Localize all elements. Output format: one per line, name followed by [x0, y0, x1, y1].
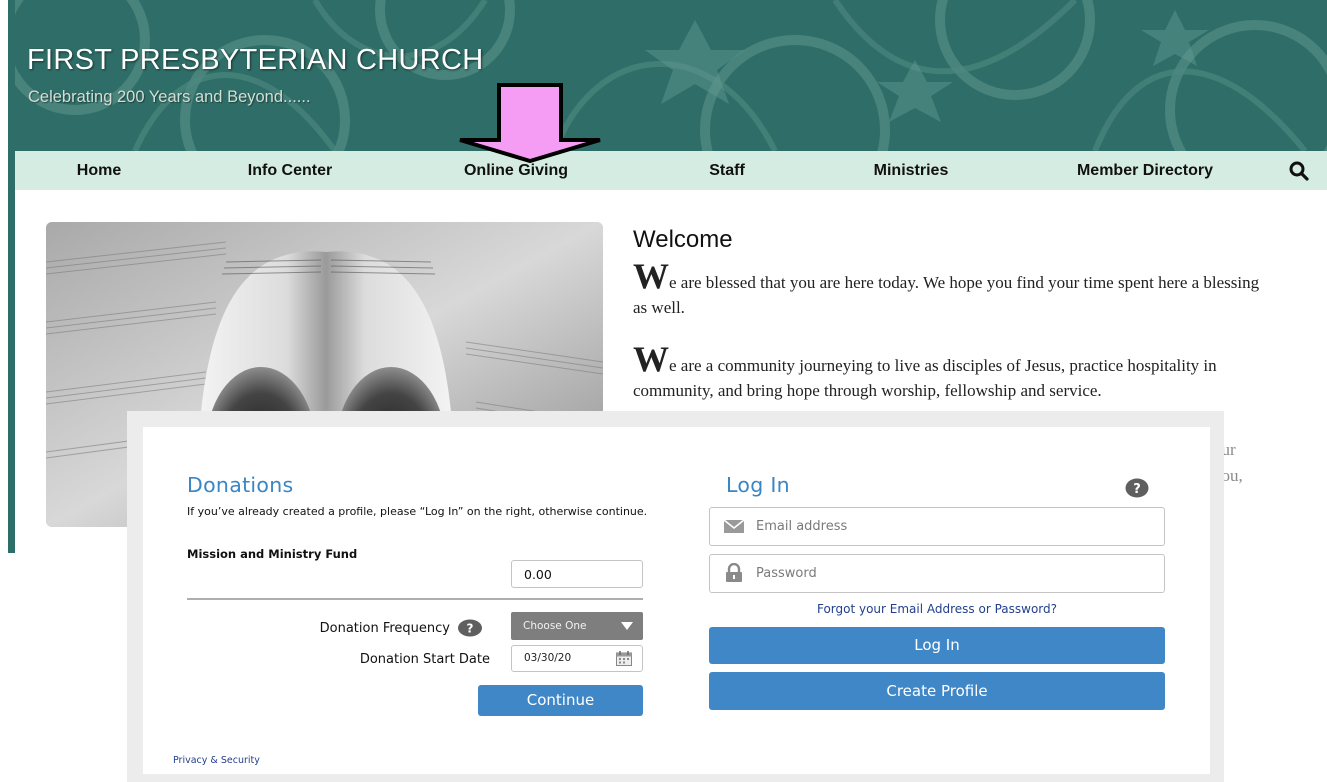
site-banner: FIRST PRESBYTERIAN CHURCH Celebrating 20… — [15, 0, 1327, 151]
password-field[interactable] — [709, 554, 1165, 593]
site-title[interactable]: FIRST PRESBYTERIAN CHURCH — [27, 44, 484, 77]
lock-icon — [726, 563, 742, 582]
donations-intro-text: If you’ve already created a profile, ple… — [187, 505, 648, 518]
login-heading: Log In — [726, 473, 790, 497]
email-input[interactable] — [756, 508, 1156, 545]
chevron-down-icon — [621, 622, 633, 630]
svg-text:?: ? — [1133, 482, 1141, 497]
nav-item-ministries[interactable]: Ministries — [801, 151, 1021, 190]
donation-start-date-input[interactable]: 03/30/20 — [511, 645, 643, 672]
welcome-paragraph-2: We are a community journeying to live as… — [633, 341, 1273, 403]
donations-divider — [187, 598, 643, 600]
donation-start-date-label: Donation Start Date — [359, 652, 490, 667]
welcome-paragraph-1-text: e are blessed that you are here today. W… — [633, 273, 1260, 317]
fund-label: Mission and Ministry Fund — [187, 547, 358, 561]
nav-item-home[interactable]: Home — [0, 151, 209, 190]
main-navigation: Home Info Center Online Giving Staff Min… — [15, 151, 1327, 190]
email-field[interactable] — [709, 507, 1165, 546]
calendar-icon[interactable] — [616, 651, 632, 666]
search-icon[interactable] — [1287, 159, 1311, 183]
site-edge-strip — [8, 0, 15, 553]
envelope-icon — [723, 519, 745, 533]
create-profile-button[interactable]: Create Profile — [709, 672, 1165, 710]
nav-item-member-directory[interactable]: Member Directory — [1035, 151, 1255, 190]
nav-item-info-center[interactable]: Info Center — [180, 151, 400, 190]
frequency-selected-value: Choose One — [523, 620, 587, 632]
site-tagline: Celebrating 200 Years and Beyond...... — [28, 88, 311, 106]
help-question-icon[interactable]: ? — [1125, 478, 1149, 498]
online-giving-panel: Donations If you’ve already created a pr… — [143, 427, 1210, 774]
drop-cap: W — [633, 339, 669, 379]
start-date-value: 03/30/20 — [524, 652, 572, 664]
welcome-paragraph-1: We are blessed that you are here today. … — [633, 258, 1273, 320]
welcome-heading: Welcome — [633, 226, 733, 253]
privacy-security-link[interactable]: Privacy & Security — [173, 755, 260, 766]
donation-frequency-select[interactable]: Choose One — [511, 612, 643, 640]
drop-cap: W — [633, 256, 669, 296]
help-question-icon[interactable]: ? — [457, 619, 483, 637]
donations-heading: Donations — [187, 473, 294, 497]
down-arrow-pointer-icon — [459, 83, 601, 163]
forgot-credentials-link[interactable]: Forgot your Email Address or Password? — [709, 602, 1165, 616]
fund-amount-input[interactable] — [511, 560, 643, 588]
login-button[interactable]: Log In — [709, 627, 1165, 664]
svg-text:?: ? — [467, 622, 474, 636]
continue-button[interactable]: Continue — [478, 685, 643, 716]
password-input[interactable] — [756, 555, 1156, 592]
donation-frequency-label: Donation Frequency — [319, 621, 450, 636]
welcome-paragraph-2-text: e are a community journeying to live as … — [633, 356, 1217, 400]
